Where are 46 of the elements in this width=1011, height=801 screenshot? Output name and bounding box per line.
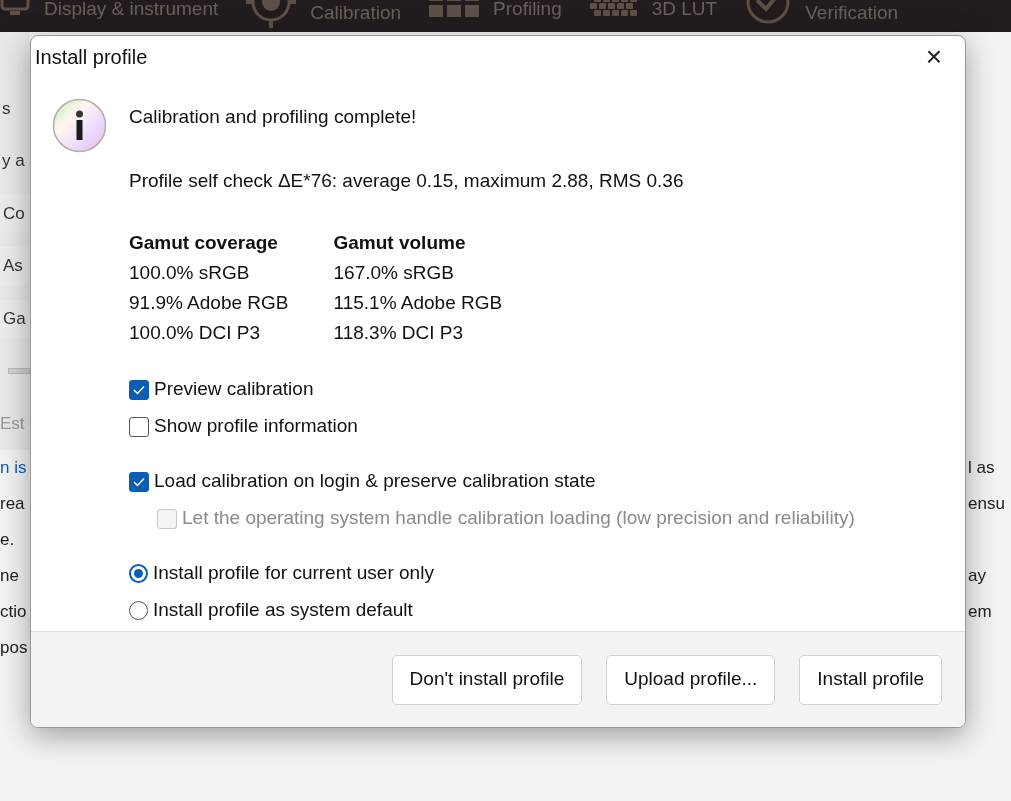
label-text: y a xyxy=(1,150,25,173)
option-label[interactable]: Show profile information xyxy=(154,412,358,441)
checkbox[interactable] xyxy=(129,379,149,400)
body-text: pos xyxy=(0,637,28,660)
gamut-value: 100.0% DCI P3 xyxy=(129,321,261,345)
body-text: rea xyxy=(0,493,25,516)
check-icon xyxy=(133,384,145,395)
input-field[interactable]: Ga xyxy=(0,299,30,338)
close-button[interactable]: × xyxy=(919,42,949,72)
body-text: ensu xyxy=(968,493,1006,516)
gamut-value: 100.0% sRGB xyxy=(129,261,251,285)
option-label[interactable]: Install profile for current user only xyxy=(153,559,434,588)
dialog-button[interactable]: Install profile xyxy=(799,654,942,705)
gamut-value: 118.3% DCI P3 xyxy=(333,321,465,345)
body-text: ctio xyxy=(0,601,27,624)
target-icon xyxy=(246,0,297,28)
slider-track[interactable] xyxy=(8,368,30,375)
column-heading: Gamut volume xyxy=(333,231,467,255)
gamut-value: 115.1% Adobe RGB xyxy=(333,291,503,315)
checkbox[interactable] xyxy=(129,471,149,492)
dialog-title: Install profile xyxy=(35,45,148,70)
checkbox[interactable] xyxy=(129,416,149,437)
input-field[interactable]: As xyxy=(0,247,30,285)
label-text: s xyxy=(1,97,11,120)
info-icon xyxy=(52,98,107,153)
gamut-value: 91.9% Adobe RGB xyxy=(129,291,289,315)
check-icon xyxy=(133,476,145,487)
option-label[interactable]: Install profile as system default xyxy=(153,596,413,625)
self-check-text: Profile self check ΔE*76: average 0.15, maximum 2.88, RMS 0.36 xyxy=(129,168,685,193)
gamut-value: 167.0% sRGB xyxy=(333,261,455,285)
radio-button[interactable] xyxy=(129,601,148,620)
heading-text: Calibration and profiling complete! xyxy=(129,105,418,129)
body-text: ne xyxy=(0,565,19,588)
option-label[interactable]: Preview calibration xyxy=(154,375,314,404)
body-text: n is xyxy=(0,457,27,480)
body-text: l as xyxy=(968,457,996,480)
column-heading: Gamut coverage xyxy=(129,231,279,255)
dialog-button[interactable]: Don't install profile xyxy=(391,654,583,705)
body-text: e. xyxy=(0,529,15,552)
label-text: Est xyxy=(0,413,25,435)
option-label[interactable]: Load calibration on login & preserve calibration state xyxy=(154,467,596,496)
radio-button[interactable] xyxy=(129,564,148,583)
input-field[interactable]: Co xyxy=(0,194,30,233)
dialog-button[interactable]: Upload profile... xyxy=(606,654,776,705)
body-text: ay xyxy=(968,565,987,588)
body-text: em xyxy=(968,601,993,624)
